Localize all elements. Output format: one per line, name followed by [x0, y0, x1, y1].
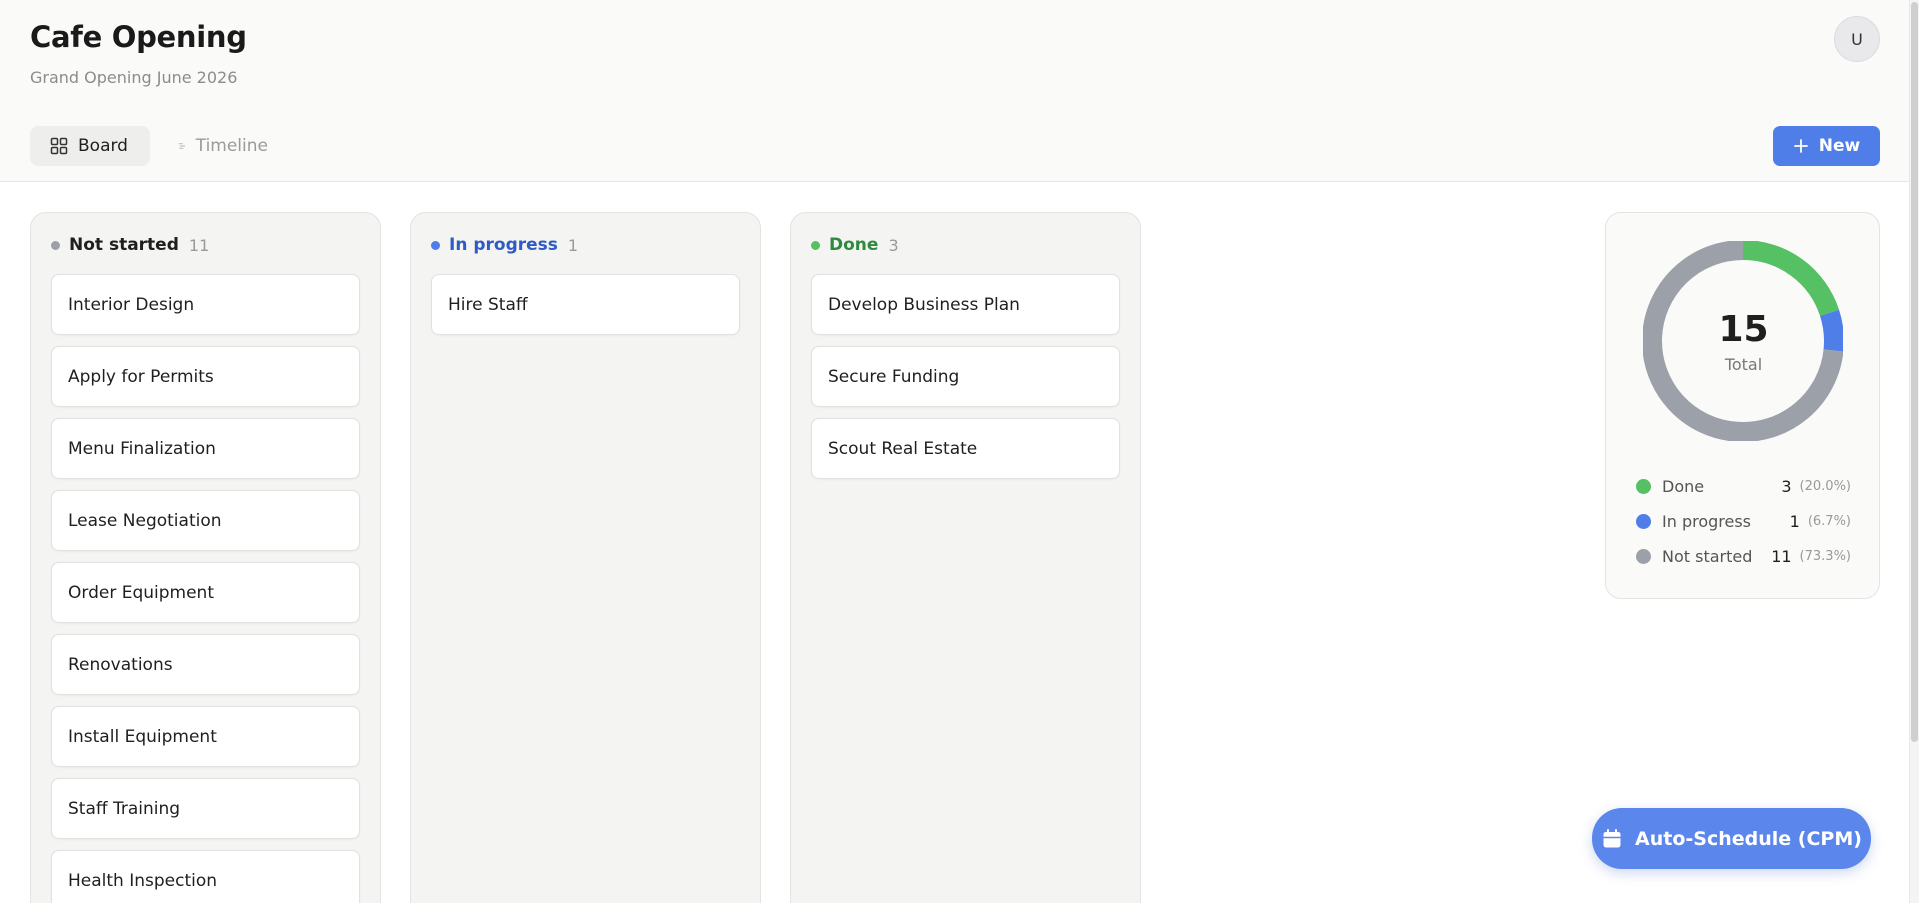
column-header: In progress 1	[431, 235, 578, 255]
legend-dot	[1636, 548, 1651, 564]
legend-percent: (6.7%)	[1807, 513, 1851, 529]
legend-item-in-progress: In progress 1 (6.7%)	[1636, 508, 1851, 534]
legend-label: Done	[1662, 476, 1705, 496]
new-button-label: New	[1818, 136, 1861, 156]
column-not-started: Not started 11 Interior Design Apply for…	[30, 212, 381, 903]
donut-segment-done	[1742, 241, 1840, 317]
legend-count: 3	[1781, 476, 1792, 496]
column-title: Not started	[69, 235, 179, 255]
column-title: Done	[829, 235, 879, 255]
status-dot	[51, 240, 60, 250]
calendar-icon	[1603, 828, 1621, 847]
legend-percent: (20.0%)	[1799, 478, 1851, 494]
column-in-progress: In progress 1 Hire Staff	[410, 212, 761, 903]
task-card[interactable]: Develop Business Plan	[811, 274, 1120, 335]
status-dot	[811, 240, 820, 250]
column-count: 3	[888, 235, 899, 255]
column-count: 11	[188, 235, 210, 255]
grid-icon	[50, 137, 68, 155]
legend-item-not-started: Not started 11 (73.3%)	[1636, 543, 1851, 569]
plus-icon	[1793, 139, 1808, 153]
scrollbar-thumb[interactable]	[1911, 2, 1918, 742]
tab-timeline[interactable]: Timeline	[158, 126, 288, 166]
total-count: 15	[1718, 309, 1769, 350]
task-card[interactable]: Install Equipment	[51, 706, 360, 767]
legend-item-done: Done 3 (20.0%)	[1636, 473, 1851, 499]
legend-label: Not started	[1662, 546, 1753, 566]
task-card[interactable]: Renovations	[51, 634, 360, 695]
card-list: Interior Design Apply for Permits Menu F…	[51, 274, 360, 903]
total-label: Total	[1724, 355, 1763, 374]
task-card[interactable]: Apply for Permits	[51, 346, 360, 407]
auto-schedule-button[interactable]: Auto-Schedule (CPM)	[1592, 808, 1871, 869]
task-card[interactable]: Lease Negotiation	[51, 490, 360, 551]
task-card[interactable]: Menu Finalization	[51, 418, 360, 479]
avatar[interactable]: U	[1834, 16, 1880, 62]
page-header: Cafe Opening Grand Opening June 2026 U B…	[0, 0, 1909, 182]
page-scrollbar[interactable]	[1909, 0, 1919, 903]
new-button[interactable]: New	[1773, 126, 1880, 166]
task-card[interactable]: Scout Real Estate	[811, 418, 1120, 479]
task-card[interactable]: Staff Training	[51, 778, 360, 839]
tab-board[interactable]: Board	[30, 126, 150, 166]
legend-dot	[1636, 478, 1651, 494]
tab-timeline-label: Timeline	[195, 136, 268, 156]
column-title: In progress	[449, 235, 558, 255]
task-card[interactable]: Hire Staff	[431, 274, 740, 335]
legend-dot	[1636, 513, 1651, 529]
column-done: Done 3 Develop Business Plan Secure Fund…	[790, 212, 1141, 903]
legend-count: 1	[1789, 511, 1800, 531]
status-summary-panel: 15 Total Done 3 (20.0%) In progress 1 (6…	[1605, 212, 1880, 599]
legend-count: 11	[1771, 546, 1792, 566]
legend-percent: (73.3%)	[1799, 548, 1851, 564]
column-header: Not started 11	[51, 235, 209, 255]
page-subtitle: Grand Opening June 2026	[30, 68, 238, 87]
legend-label: In progress	[1662, 511, 1752, 531]
column-header: Done 3	[811, 235, 899, 255]
card-list: Develop Business Plan Secure Funding Sco…	[811, 274, 1120, 490]
timeline-icon	[178, 143, 186, 149]
task-card[interactable]: Health Inspection	[51, 850, 360, 903]
task-card[interactable]: Interior Design	[51, 274, 360, 335]
column-count: 1	[567, 235, 579, 255]
auto-schedule-label: Auto-Schedule (CPM)	[1635, 827, 1862, 850]
task-card[interactable]: Order Equipment	[51, 562, 360, 623]
task-card[interactable]: Secure Funding	[811, 346, 1120, 407]
status-dot	[431, 240, 440, 250]
card-list: Hire Staff	[431, 274, 740, 346]
tab-board-label: Board	[78, 136, 128, 156]
page-title: Cafe Opening	[30, 20, 247, 54]
